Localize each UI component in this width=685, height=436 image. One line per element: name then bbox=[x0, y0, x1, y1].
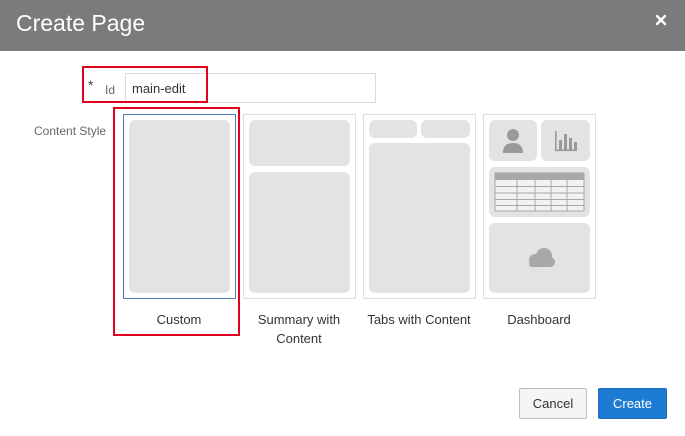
content-style-label: Content Style bbox=[34, 124, 107, 138]
style-label-tabs: Tabs with Content bbox=[367, 312, 471, 327]
dialog-titlebar: Create Page bbox=[0, 0, 685, 51]
summary-preview-block bbox=[249, 120, 350, 166]
style-card-summary[interactable] bbox=[243, 114, 356, 299]
tab-preview-block bbox=[369, 120, 417, 138]
close-button[interactable] bbox=[651, 10, 671, 30]
required-marker: * bbox=[88, 77, 94, 93]
style-card-custom[interactable] bbox=[123, 114, 236, 299]
cancel-button[interactable]: Cancel bbox=[519, 388, 587, 419]
cloud-icon bbox=[529, 248, 555, 267]
create-button[interactable]: Create bbox=[598, 388, 667, 419]
table-grid-icon bbox=[494, 172, 585, 212]
person-icon bbox=[503, 129, 523, 153]
custom-preview-block bbox=[129, 120, 230, 293]
tab-preview-block bbox=[421, 120, 470, 138]
id-input[interactable] bbox=[125, 73, 376, 103]
close-icon bbox=[655, 14, 667, 26]
id-label: Id bbox=[105, 83, 116, 97]
bar-chart-icon bbox=[555, 131, 577, 152]
chart-tile bbox=[541, 120, 590, 161]
style-label-dashboard: Dashboard bbox=[507, 312, 571, 327]
style-label-summary: Summary with Content bbox=[257, 312, 341, 346]
style-card-tabs[interactable] bbox=[363, 114, 476, 299]
style-label-custom: Custom bbox=[156, 312, 202, 327]
content-preview-block bbox=[369, 143, 470, 293]
person-tile bbox=[489, 120, 537, 161]
table-tile bbox=[489, 167, 590, 217]
style-card-dashboard[interactable] bbox=[483, 114, 596, 299]
cloud-tile bbox=[489, 223, 590, 293]
dialog-title: Create Page bbox=[16, 10, 146, 36]
content-preview-block bbox=[249, 172, 350, 293]
